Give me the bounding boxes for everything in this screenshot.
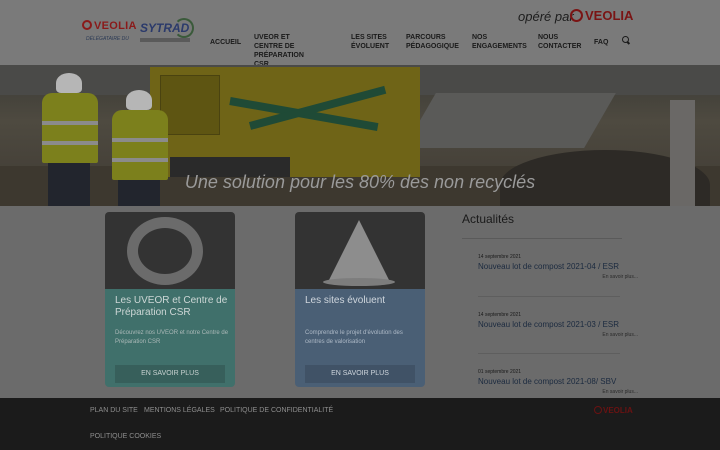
recycle-ring-icon [127,217,203,285]
veolia-logo: VEOLIA [82,20,137,32]
card-description: Comprendre le projet d'évolution des cen… [305,330,403,345]
nav-uveor[interactable]: UVEOR ET CENTRE DE PRÉPARATION CSR [254,33,304,69]
site-footer: PLAN DU SITE MENTIONS LÉGALES POLITIQUE … [0,398,720,450]
news-headline-link[interactable]: Nouveau lot de compost 2021-08/ SBV [478,377,616,386]
card-title: Les UVEOR et Centre de Préparation CSR [115,295,228,318]
card-image-cone [295,212,425,289]
news-read-more-link[interactable]: En savoir plus... [602,274,638,280]
card-uveor[interactable]: Les UVEOR et Centre de Préparation CSR D… [105,212,235,387]
worker-helmet [56,73,82,93]
worker-vest-stripe [112,138,168,142]
hero-conveyor-ramp [404,93,616,148]
footer-veolia-logo[interactable]: VEOLIA [594,406,633,415]
news-heading: Actualités [462,212,515,226]
news-divider [462,238,622,239]
cone-icon [329,220,389,280]
site-header: VEOLIA DÉLÉGATAIRE DU SYTRAD opéré par V… [0,0,720,68]
worker-vest-stripe [42,121,98,125]
news-date: 14 septembre 2021 [478,254,522,260]
nav-sites-evoluent[interactable]: LES SITES ÉVOLUENT [351,33,389,51]
veolia-mark-icon [82,20,92,30]
en-savoir-plus-button[interactable]: EN SAVOIR PLUS [305,365,415,383]
nav-accueil[interactable]: ACCUEIL [210,38,241,47]
news-headline-link[interactable]: Nouveau lot de compost 2021-04 / ESR [478,262,619,271]
card-title: Les sites évoluent [305,295,386,306]
footer-link-confidentialite[interactable]: POLITIQUE DE CONFIDENTIALITÉ [220,407,333,414]
footer-link-mentions-legales[interactable]: MENTIONS LÉGALES [144,407,215,414]
sytrad-swirl-icon [174,18,194,38]
hero-caption: Une solution pour les 80% des non recycl… [184,172,536,192]
card-description: Découvrez nos UVEOR et notre Centre de P… [115,330,229,345]
nav-nous-contacter[interactable]: NOUS CONTACTER [538,33,581,51]
footer-link-cookies[interactable]: POLITIQUE COOKIES [90,433,161,440]
news-separator [478,296,620,297]
nav-parcours-pedagogique[interactable]: PARCOURS PÉDAGOGIQUE [406,33,459,51]
news-item: 14 septembre 2021 Nouveau lot de compost… [478,312,638,352]
worker-vest-stripe [42,141,98,145]
operated-by-label: opéré par [518,9,574,24]
card-body: Les sites évoluent Comprendre le projet … [295,289,425,387]
delegataire-label: DÉLÉGATAIRE DU [86,36,129,42]
search-icon[interactable] [622,36,629,43]
worker-vest [112,110,168,180]
card-body: Les UVEOR et Centre de Préparation CSR D… [105,289,235,387]
news-read-more-link[interactable]: En savoir plus... [602,332,638,338]
card-sites-evoluent[interactable]: Les sites évoluent Comprendre le projet … [295,212,425,387]
card-image-recycling [105,212,235,289]
news-item: 14 septembre 2021 Nouveau lot de compost… [478,254,638,294]
veolia-mark-icon [570,9,583,22]
nav-faq[interactable]: FAQ [594,38,608,47]
news-read-more-link[interactable]: En savoir plus... [602,389,638,395]
news-separator [478,353,620,354]
news-date: 01 septembre 2021 [478,369,522,375]
sytrad-tagline [140,38,190,42]
nav-nos-engagements[interactable]: NOS ENGAGEMENTS [472,33,527,51]
worker-vest [42,93,98,163]
hero-banner: Une solution pour les 80% des non recycl… [0,65,720,206]
news-headline-link[interactable]: Nouveau lot de compost 2021-03 / ESR [478,320,619,329]
en-savoir-plus-button[interactable]: EN SAVOIR PLUS [115,365,225,383]
hero-shredder-machine [150,67,420,177]
machine-panel [160,75,220,135]
site-logo[interactable]: VEOLIA DÉLÉGATAIRE DU SYTRAD [82,18,197,48]
worker-vest-stripe [112,158,168,162]
footer-link-plan-du-site[interactable]: PLAN DU SITE [90,407,138,414]
veolia-mark-icon [594,406,602,414]
worker-helmet [126,90,152,110]
operated-by-veolia-logo: VEOLIA [570,8,633,23]
cone-base [323,278,395,286]
news-date: 14 septembre 2021 [478,312,522,318]
